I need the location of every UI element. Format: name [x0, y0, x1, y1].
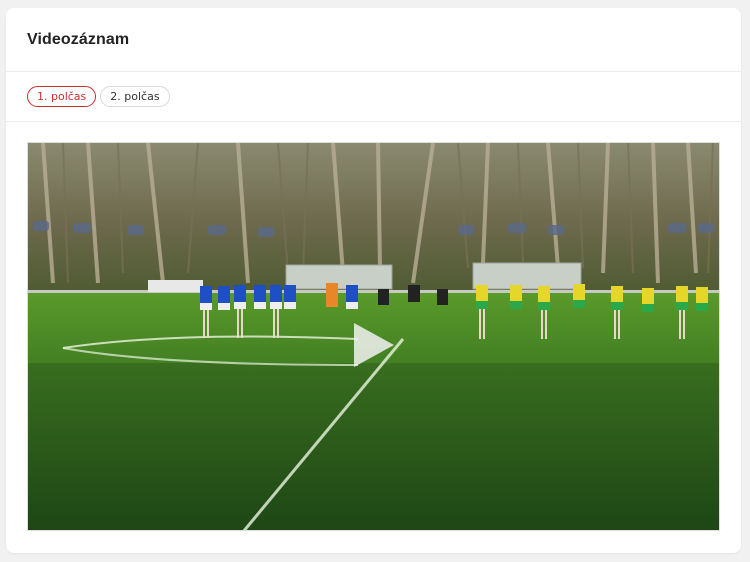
section-title: Videozáznam — [27, 30, 130, 48]
half-tabs: 1. polčas 2. polčas — [6, 72, 741, 122]
video-section-card: Videozáznam 1. polčas 2. polčas — [6, 8, 741, 553]
section-header: Videozáznam — [6, 8, 741, 72]
video-player[interactable] — [27, 142, 720, 531]
tab-first-half[interactable]: 1. polčas — [27, 86, 97, 107]
play-icon[interactable] — [350, 321, 398, 369]
tab-second-half[interactable]: 2. polčas — [100, 86, 170, 107]
